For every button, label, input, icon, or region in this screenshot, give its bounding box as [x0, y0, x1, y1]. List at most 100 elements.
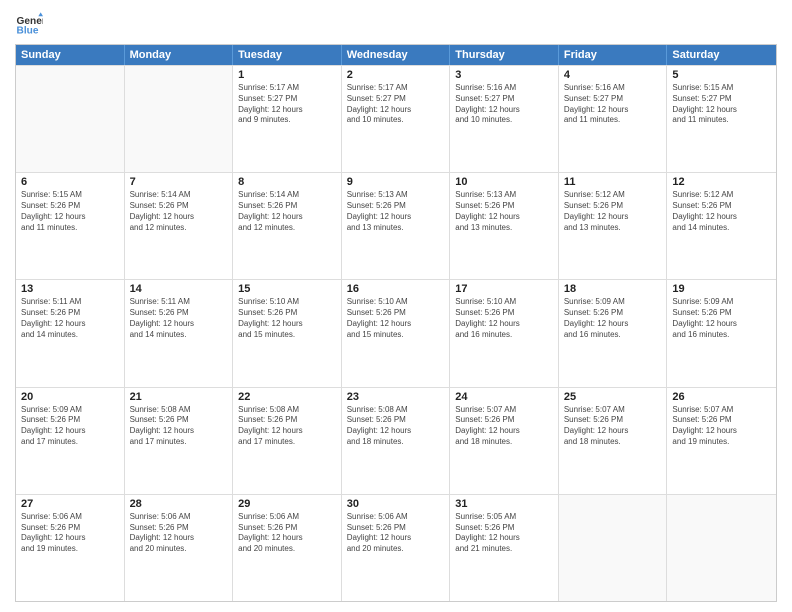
cell-info: Sunrise: 5:07 AM Sunset: 5:26 PM Dayligh… [564, 405, 662, 448]
calendar-cell: 3Sunrise: 5:16 AM Sunset: 5:27 PM Daylig… [450, 66, 559, 172]
day-number: 25 [564, 391, 662, 403]
day-number: 24 [455, 391, 553, 403]
day-number: 19 [672, 283, 771, 295]
day-number: 16 [347, 283, 445, 295]
day-number: 17 [455, 283, 553, 295]
cell-info: Sunrise: 5:09 AM Sunset: 5:26 PM Dayligh… [672, 297, 771, 340]
calendar-cell: 9Sunrise: 5:13 AM Sunset: 5:26 PM Daylig… [342, 173, 451, 279]
calendar-cell: 18 Sunrise: 5:09 AM Sunset: 5:26 PM Dayli… [559, 280, 668, 386]
day-number: 13 [21, 283, 119, 295]
calendar-cell: 13 Sunrise: 5:11 AM Sunset: 5:26 PM Dayli… [16, 280, 125, 386]
day-number: 3 [455, 69, 553, 81]
calendar-cell: 15 Sunrise: 5:10 AM Sunset: 5:26 PM Dayli… [233, 280, 342, 386]
header: General Blue [15, 10, 777, 38]
day-number: 14 [130, 283, 228, 295]
calendar-cell [125, 66, 234, 172]
weekday-header-friday: Friday [559, 45, 668, 65]
logo: General Blue [15, 10, 43, 38]
calendar-cell: 24 Sunrise: 5:07 AM Sunset: 5:26 PM Dayli… [450, 388, 559, 494]
cell-info: Sunrise: 5:10 AM Sunset: 5:26 PM Dayligh… [238, 297, 336, 340]
logo-icon: General Blue [15, 10, 43, 38]
day-number: 5 [672, 69, 771, 81]
calendar-cell: 31Sunrise: 5:05 AM Sunset: 5:26 PM Dayli… [450, 495, 559, 601]
page: General Blue SundayMondayTuesdayWednesda… [0, 0, 792, 612]
cell-info: Sunrise: 5:13 AM Sunset: 5:26 PM Dayligh… [347, 190, 445, 233]
day-number: 1 [238, 69, 336, 81]
day-number: 15 [238, 283, 336, 295]
calendar-cell: 17 Sunrise: 5:10 AM Sunset: 5:26 PM Dayli… [450, 280, 559, 386]
day-number: 30 [347, 498, 445, 510]
calendar-cell: 29 Sunrise: 5:06 AM Sunset: 5:26 PM Dayli… [233, 495, 342, 601]
cell-info: Sunrise: 5:09 AM Sunset: 5:26 PM Dayligh… [564, 297, 662, 340]
calendar-cell: 2 Sunrise: 5:17 AM Sunset: 5:27 PM Daylig… [342, 66, 451, 172]
calendar-row-1: 6Sunrise: 5:15 AM Sunset: 5:26 PM Daylig… [16, 172, 776, 279]
day-number: 27 [21, 498, 119, 510]
cell-info: Sunrise: 5:06 AM Sunset: 5:26 PM Dayligh… [238, 512, 336, 555]
calendar-cell: 16 Sunrise: 5:10 AM Sunset: 5:26 PM Dayli… [342, 280, 451, 386]
cell-info: Sunrise: 5:12 AM Sunset: 5:26 PM Dayligh… [672, 190, 771, 233]
cell-info: Sunrise: 5:10 AM Sunset: 5:26 PM Dayligh… [347, 297, 445, 340]
calendar-cell: 12Sunrise: 5:12 AM Sunset: 5:26 PM Dayli… [667, 173, 776, 279]
cell-info: Sunrise: 5:06 AM Sunset: 5:26 PM Dayligh… [347, 512, 445, 555]
day-number: 26 [672, 391, 771, 403]
calendar-row-2: 13 Sunrise: 5:11 AM Sunset: 5:26 PM Dayli… [16, 279, 776, 386]
calendar-cell: 20 Sunrise: 5:09 AM Sunset: 5:26 PM Dayli… [16, 388, 125, 494]
cell-info: Sunrise: 5:14 AM Sunset: 5:26 PM Dayligh… [130, 190, 228, 233]
calendar-cell [559, 495, 668, 601]
weekday-header-sunday: Sunday [16, 45, 125, 65]
day-number: 28 [130, 498, 228, 510]
day-number: 21 [130, 391, 228, 403]
calendar-cell [16, 66, 125, 172]
calendar-cell: 4 Sunrise: 5:16 AM Sunset: 5:27 PM Daylig… [559, 66, 668, 172]
weekday-header-saturday: Saturday [667, 45, 776, 65]
calendar-cell: 23 Sunrise: 5:08 AM Sunset: 5:26 PM Dayli… [342, 388, 451, 494]
cell-info: Sunrise: 5:15 AM Sunset: 5:27 PM Dayligh… [672, 83, 771, 126]
calendar-cell: 7Sunrise: 5:14 AM Sunset: 5:26 PM Daylig… [125, 173, 234, 279]
cell-info: Sunrise: 5:12 AM Sunset: 5:26 PM Dayligh… [564, 190, 662, 233]
weekday-header-monday: Monday [125, 45, 234, 65]
cell-info: Sunrise: 5:06 AM Sunset: 5:26 PM Dayligh… [130, 512, 228, 555]
calendar-cell: 28 Sunrise: 5:06 AM Sunset: 5:26 PM Dayli… [125, 495, 234, 601]
cell-info: Sunrise: 5:17 AM Sunset: 5:27 PM Dayligh… [347, 83, 445, 126]
calendar-cell: 22 Sunrise: 5:08 AM Sunset: 5:26 PM Dayli… [233, 388, 342, 494]
day-number: 20 [21, 391, 119, 403]
day-number: 31 [455, 498, 553, 510]
cell-info: Sunrise: 5:13 AM Sunset: 5:26 PM Dayligh… [455, 190, 553, 233]
cell-info: Sunrise: 5:08 AM Sunset: 5:26 PM Dayligh… [238, 405, 336, 448]
calendar-header: SundayMondayTuesdayWednesdayThursdayFrid… [16, 45, 776, 65]
cell-info: Sunrise: 5:07 AM Sunset: 5:26 PM Dayligh… [672, 405, 771, 448]
day-number: 10 [455, 176, 553, 188]
day-number: 2 [347, 69, 445, 81]
calendar-cell: 11 Sunrise: 5:12 AM Sunset: 5:26 PM Dayli… [559, 173, 668, 279]
calendar-cell: 6Sunrise: 5:15 AM Sunset: 5:26 PM Daylig… [16, 173, 125, 279]
cell-info: Sunrise: 5:08 AM Sunset: 5:26 PM Dayligh… [347, 405, 445, 448]
cell-info: Sunrise: 5:16 AM Sunset: 5:27 PM Dayligh… [564, 83, 662, 126]
cell-info: Sunrise: 5:14 AM Sunset: 5:26 PM Dayligh… [238, 190, 336, 233]
calendar-cell [667, 495, 776, 601]
cell-info: Sunrise: 5:11 AM Sunset: 5:26 PM Dayligh… [21, 297, 119, 340]
cell-info: Sunrise: 5:09 AM Sunset: 5:26 PM Dayligh… [21, 405, 119, 448]
cell-info: Sunrise: 5:17 AM Sunset: 5:27 PM Dayligh… [238, 83, 336, 126]
day-number: 8 [238, 176, 336, 188]
calendar-cell: 26 Sunrise: 5:07 AM Sunset: 5:26 PM Dayli… [667, 388, 776, 494]
cell-info: Sunrise: 5:08 AM Sunset: 5:26 PM Dayligh… [130, 405, 228, 448]
weekday-header-wednesday: Wednesday [342, 45, 451, 65]
weekday-header-tuesday: Tuesday [233, 45, 342, 65]
cell-info: Sunrise: 5:06 AM Sunset: 5:26 PM Dayligh… [21, 512, 119, 555]
calendar-cell: 1 Sunrise: 5:17 AM Sunset: 5:27 PM Daylig… [233, 66, 342, 172]
calendar-cell: 21 Sunrise: 5:08 AM Sunset: 5:26 PM Dayli… [125, 388, 234, 494]
day-number: 4 [564, 69, 662, 81]
cell-info: Sunrise: 5:15 AM Sunset: 5:26 PM Dayligh… [21, 190, 119, 233]
day-number: 29 [238, 498, 336, 510]
cell-info: Sunrise: 5:10 AM Sunset: 5:26 PM Dayligh… [455, 297, 553, 340]
calendar-cell: 5 Sunrise: 5:15 AM Sunset: 5:27 PM Daylig… [667, 66, 776, 172]
cell-info: Sunrise: 5:07 AM Sunset: 5:26 PM Dayligh… [455, 405, 553, 448]
day-number: 11 [564, 176, 662, 188]
calendar-cell: 14Sunrise: 5:11 AM Sunset: 5:26 PM Dayli… [125, 280, 234, 386]
calendar-row-0: 1 Sunrise: 5:17 AM Sunset: 5:27 PM Daylig… [16, 65, 776, 172]
calendar-cell: 8 Sunrise: 5:14 AM Sunset: 5:26 PM Daylig… [233, 173, 342, 279]
day-number: 23 [347, 391, 445, 403]
weekday-header-thursday: Thursday [450, 45, 559, 65]
day-number: 22 [238, 391, 336, 403]
day-number: 18 [564, 283, 662, 295]
